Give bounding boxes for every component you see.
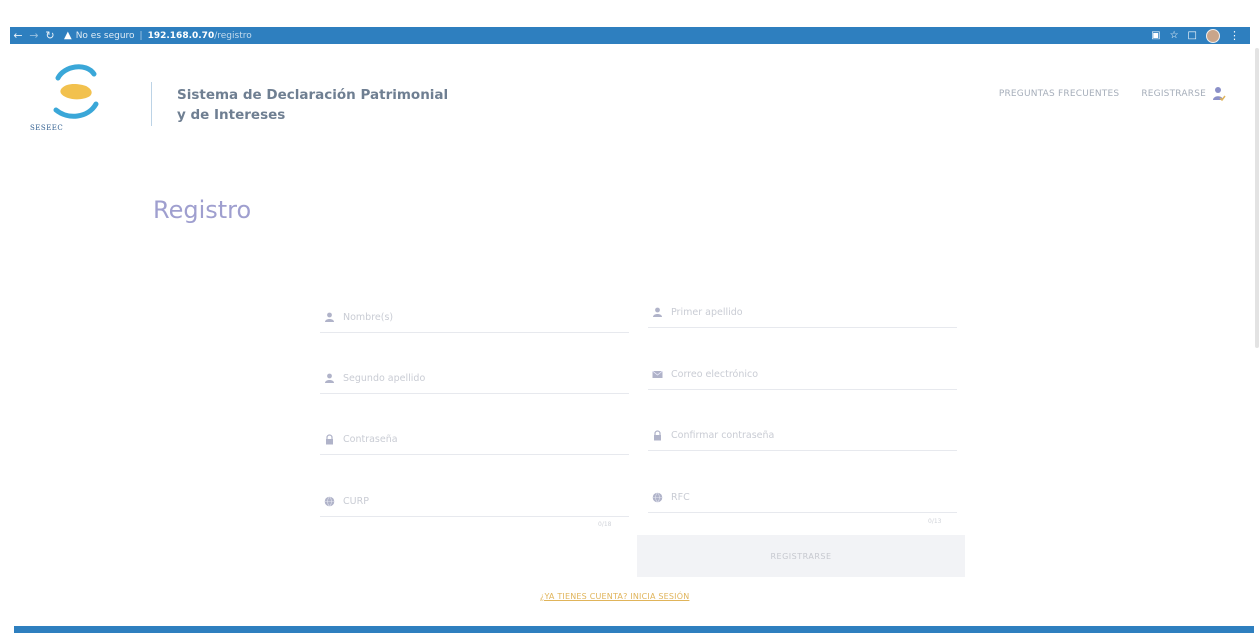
correo-input[interactable] bbox=[669, 367, 913, 381]
star-icon[interactable]: ☆ bbox=[1170, 30, 1179, 41]
nav-register-label: REGISTRARSE bbox=[1141, 89, 1206, 99]
field-rfc[interactable] bbox=[648, 482, 957, 513]
field-correo[interactable] bbox=[648, 359, 957, 390]
envelope-icon bbox=[652, 370, 663, 378]
curp-counter: 0/18 bbox=[598, 521, 612, 528]
forward-icon[interactable]: → bbox=[26, 29, 42, 42]
translate-icon[interactable]: ▣ bbox=[1151, 30, 1160, 41]
field-confirmar[interactable] bbox=[648, 420, 957, 451]
primer-apellido-input[interactable] bbox=[669, 305, 913, 319]
nav-faq-link[interactable]: PREGUNTAS FRECUENTES bbox=[999, 89, 1120, 99]
field-nombre[interactable] bbox=[320, 302, 629, 333]
logo-emblem-icon bbox=[53, 64, 99, 119]
user-icon bbox=[653, 307, 662, 317]
user-icon bbox=[325, 312, 334, 322]
field-curp[interactable] bbox=[320, 486, 629, 517]
footer-bar bbox=[14, 626, 1254, 633]
lock-icon bbox=[326, 433, 333, 444]
browser-actions: ▣ ☆ □ ⋮ bbox=[1151, 28, 1250, 43]
rfc-input[interactable] bbox=[669, 490, 913, 504]
browser-toolbar: ← → ↻ ▲ No es seguro | 192.168.0.70 /reg… bbox=[10, 27, 1250, 44]
confirmar-input[interactable] bbox=[669, 428, 913, 442]
reload-icon[interactable]: ↻ bbox=[42, 29, 58, 42]
nombre-input[interactable] bbox=[341, 310, 585, 324]
app-title: Sistema de Declaración Patrimonial y de … bbox=[177, 85, 448, 125]
top-nav: PREGUNTAS FRECUENTES REGISTRARSE bbox=[999, 86, 1226, 102]
profile-avatar[interactable] bbox=[1206, 28, 1220, 43]
url-path[interactable]: /registro bbox=[214, 31, 252, 41]
user-check-icon bbox=[1213, 87, 1226, 102]
app-title-line1: Sistema de Declaración Patrimonial bbox=[177, 87, 449, 103]
app-title-line2: y de Intereses bbox=[177, 107, 286, 123]
globe-icon bbox=[324, 495, 335, 507]
logo-text: SESEEC bbox=[30, 124, 64, 132]
extension-icon[interactable]: □ bbox=[1188, 30, 1197, 41]
back-icon[interactable]: ← bbox=[10, 29, 26, 42]
nav-register-link[interactable]: REGISTRARSE bbox=[1141, 86, 1226, 102]
menu-kebab-icon[interactable]: ⋮ bbox=[1229, 29, 1240, 42]
rfc-counter: 0/13 bbox=[928, 518, 942, 525]
user-icon bbox=[325, 373, 334, 383]
scrollbar-thumb[interactable] bbox=[1255, 48, 1259, 348]
curp-input[interactable] bbox=[341, 494, 585, 508]
field-primer-apellido[interactable] bbox=[648, 297, 957, 328]
warning-icon[interactable]: ▲ bbox=[64, 30, 72, 41]
page-title: Registro bbox=[153, 196, 252, 224]
lock-icon bbox=[654, 429, 661, 440]
header-divider bbox=[151, 82, 152, 126]
login-link[interactable]: ¿YA TIENES CUENTA? INICIA SESIÓN bbox=[540, 592, 689, 601]
url-host[interactable]: 192.168.0.70 bbox=[148, 31, 215, 41]
field-segundo-apellido[interactable] bbox=[320, 363, 629, 394]
contrasena-input[interactable] bbox=[341, 432, 585, 446]
app-logo[interactable]: SESEEC bbox=[28, 64, 128, 148]
globe-icon bbox=[652, 491, 663, 503]
register-submit-button[interactable]: REGISTRARSE bbox=[637, 535, 965, 577]
segundo-apellido-input[interactable] bbox=[341, 371, 585, 385]
url-separator: | bbox=[139, 30, 143, 41]
security-status[interactable]: No es seguro bbox=[76, 31, 135, 41]
field-contrasena[interactable] bbox=[320, 424, 629, 455]
